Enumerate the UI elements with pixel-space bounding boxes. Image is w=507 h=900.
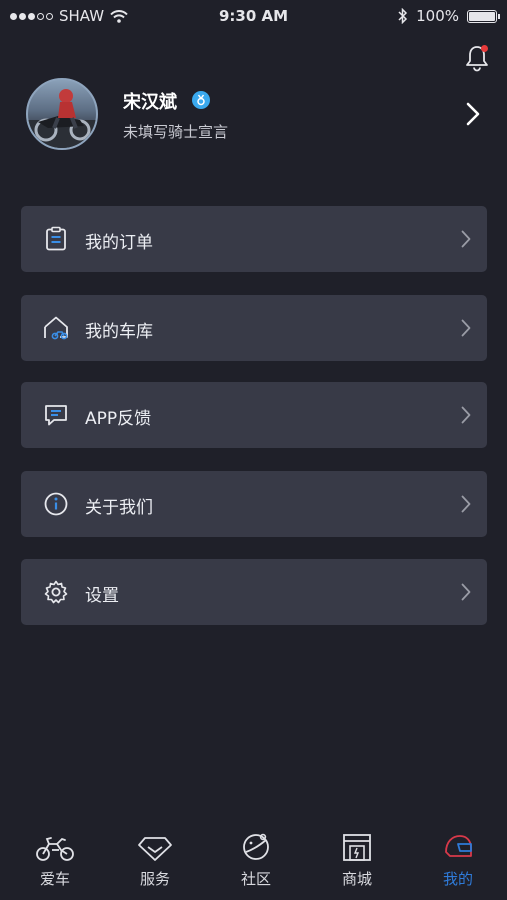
avatar[interactable] bbox=[26, 78, 98, 150]
rider-badge-icon bbox=[197, 94, 205, 106]
diamond-icon bbox=[138, 837, 172, 861]
chevron-right-icon bbox=[461, 319, 471, 337]
tab-label: 社区 bbox=[240, 870, 271, 888]
menu-item-my-orders[interactable]: 我的订单 bbox=[21, 206, 487, 272]
chevron-right-icon bbox=[461, 583, 471, 601]
profile-header[interactable]: 宋汉斌 未填写骑士宣言 bbox=[26, 78, 486, 152]
clipboard-icon bbox=[46, 226, 66, 251]
tab-mall[interactable]: 商城 bbox=[307, 830, 407, 889]
menu-item-label: 关于我们 bbox=[85, 498, 153, 518]
battery-icon bbox=[467, 9, 500, 23]
bluetooth-icon bbox=[398, 8, 408, 24]
status-right: 100% bbox=[398, 7, 500, 25]
gear-icon bbox=[44, 580, 68, 604]
tab-label: 爱车 bbox=[39, 870, 70, 888]
info-icon bbox=[44, 492, 68, 516]
user-name: 宋汉斌 bbox=[123, 92, 177, 113]
tab-my-motorcycle[interactable]: 爱车 bbox=[5, 830, 105, 889]
chevron-right-icon bbox=[461, 495, 471, 513]
menu-item-label: 设置 bbox=[85, 586, 119, 606]
store-icon bbox=[343, 834, 371, 861]
chevron-right-icon bbox=[461, 230, 471, 248]
feedback-icon bbox=[45, 405, 67, 426]
rider-photo bbox=[28, 89, 96, 148]
garage-icon bbox=[44, 316, 68, 340]
planet-icon bbox=[243, 833, 269, 860]
notification-bell-button[interactable] bbox=[464, 44, 490, 72]
tab-mine[interactable]: 我的 bbox=[408, 830, 507, 889]
menu-item-label: APP反馈 bbox=[85, 409, 152, 429]
bottom-tab-bar: 爱车 服务 社区 商城 我的 bbox=[0, 822, 507, 900]
chevron-right-icon bbox=[461, 406, 471, 424]
tab-label: 服务 bbox=[139, 870, 170, 888]
rider-level-badge bbox=[192, 91, 210, 109]
menu-item-settings[interactable]: 设置 bbox=[21, 559, 487, 625]
tab-community[interactable]: 社区 bbox=[206, 830, 306, 889]
rider-motto: 未填写骑士宣言 bbox=[123, 123, 229, 141]
battery-percent: 100% bbox=[416, 7, 459, 25]
tab-label: 商城 bbox=[341, 870, 372, 888]
menu-item-my-garage[interactable]: 我的车库 bbox=[21, 295, 487, 361]
profile-chevron-right-icon bbox=[466, 102, 480, 126]
tab-label: 我的 bbox=[442, 870, 473, 888]
helmet-icon bbox=[445, 835, 472, 857]
menu-item-app-feedback[interactable]: APP反馈 bbox=[21, 382, 487, 448]
notification-dot bbox=[481, 45, 488, 52]
motorcycle-icon bbox=[36, 837, 74, 861]
menu-item-label: 我的车库 bbox=[85, 322, 153, 342]
menu-item-label: 我的订单 bbox=[85, 233, 153, 253]
tab-service[interactable]: 服务 bbox=[105, 830, 205, 889]
status-bar: SHAW 9:30 AM 100% bbox=[0, 0, 507, 32]
menu-item-about-us[interactable]: 关于我们 bbox=[21, 471, 487, 537]
